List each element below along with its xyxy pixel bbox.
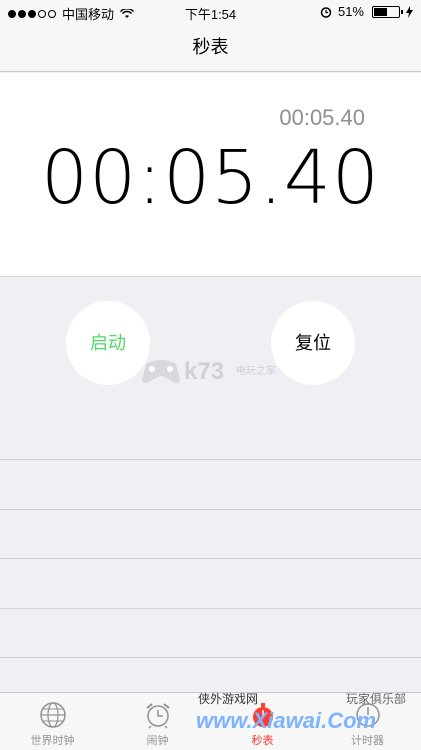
xiawai-right-text: 玩家俱乐部 xyxy=(346,692,407,706)
charging-icon xyxy=(406,5,413,18)
tab-label: 闹钟 xyxy=(146,735,169,747)
timer-display: 00:05.40 00:05.40 xyxy=(0,73,421,277)
xiawai-watermark: 侠外游戏网 www.Xiawai.Com 玩家俱乐部 xyxy=(196,690,411,744)
main-time: 00:05.40 xyxy=(41,135,380,221)
xiawai-url: www.Xiawai.Com xyxy=(196,708,377,733)
tab-label: 世界时钟 xyxy=(30,735,75,747)
alarm-indicator-icon xyxy=(320,6,332,18)
lap-row-divider xyxy=(0,657,421,658)
alarm-clock-icon xyxy=(145,703,170,729)
start-button[interactable]: 启动 xyxy=(66,301,150,385)
lap-row-divider xyxy=(0,509,421,510)
lap-row-divider xyxy=(0,459,421,460)
nav-bar: 秒表 xyxy=(0,22,421,72)
lap-time: 00:05.40 xyxy=(279,105,365,130)
status-right: 51% xyxy=(320,4,413,19)
tab-world-clock[interactable]: 世界时钟 xyxy=(0,693,105,750)
k73-watermark: k73 电玩之家 xyxy=(140,350,300,392)
status-bar: 中国移动 下午1:54 51% xyxy=(0,0,421,22)
lap-row-divider xyxy=(0,608,421,609)
tab-alarm[interactable]: 闹钟 xyxy=(105,693,210,750)
k73-subtext: 电玩之家 xyxy=(236,366,276,377)
page-title: 秒表 xyxy=(192,37,229,57)
battery-percent: 51% xyxy=(337,4,364,19)
gamepad-icon xyxy=(142,360,180,383)
battery-icon xyxy=(372,5,403,18)
globe-icon xyxy=(39,702,66,728)
lap-row-divider xyxy=(0,558,421,559)
xiawai-top-text: 侠外游戏网 xyxy=(198,692,259,706)
k73-text: k73 xyxy=(184,358,225,385)
